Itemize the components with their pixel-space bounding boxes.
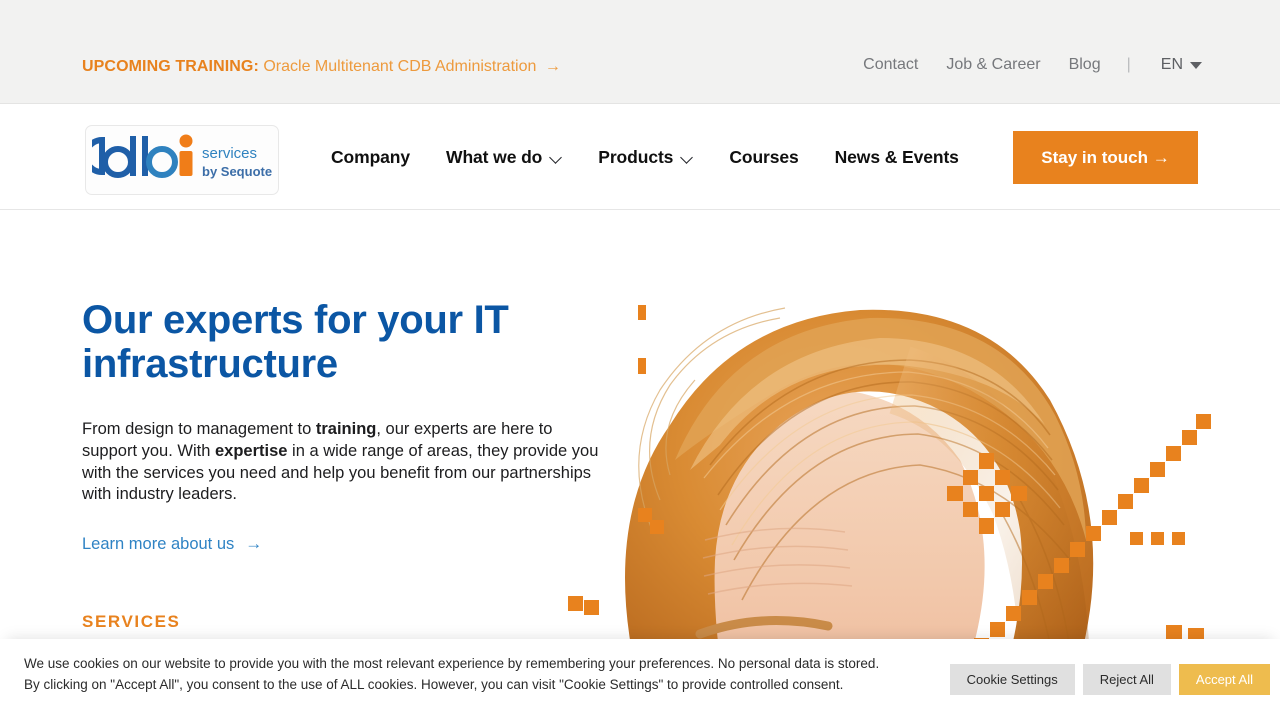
chevron-down-icon <box>551 152 562 163</box>
hero-paragraph-emphasis: expertise <box>214 441 288 460</box>
nav-item-label: Products <box>598 146 674 167</box>
decor-diagonal-square <box>1196 414 1211 429</box>
nav-item-what-we-do[interactable]: What we do <box>428 147 580 168</box>
nav-item-label: News & Events <box>834 146 959 167</box>
logo[interactable]: services by Sequotech <box>85 125 279 195</box>
accept-all-button[interactable]: Accept All <box>1178 664 1270 695</box>
cookie-banner-text: We use cookies on our website to provide… <box>24 656 880 692</box>
decor-square <box>1172 532 1185 545</box>
decor-diagonal-square <box>990 622 1005 637</box>
main-navigation: Company What we do Products Courses News… <box>331 104 977 210</box>
arrow-right-icon: → <box>544 58 561 75</box>
decor-diagonal-square <box>1182 430 1197 445</box>
decor-cross <box>995 502 1010 517</box>
decor-square <box>650 520 664 534</box>
stay-in-touch-button[interactable]: Stay in touch → <box>1013 131 1198 184</box>
decor-diagonal-square <box>1102 510 1117 525</box>
page-title: Our experts for your IT infrastructure <box>82 298 509 386</box>
nav-item-news-events[interactable]: News & Events <box>817 147 977 168</box>
hero-paragraph-emphasis: training <box>315 420 377 438</box>
decor-diagonal-square <box>1118 494 1133 509</box>
nav-item-label: Courses <box>729 146 799 167</box>
cookie-consent-banner: We use cookies on our website to provide… <box>0 639 1280 720</box>
decor-cross <box>963 502 978 517</box>
chevron-down-icon <box>682 152 693 163</box>
decor-cross <box>1011 486 1027 501</box>
decor-square <box>1151 532 1164 545</box>
decor-square <box>568 596 583 611</box>
promo-banner-link[interactable]: UPCOMING TRAINING: Oracle Multitenant CD… <box>82 56 561 78</box>
services-section-label: SERVICES <box>82 612 181 631</box>
chevron-down-icon <box>1190 61 1202 69</box>
svg-text:services: services <box>202 145 257 162</box>
arrow-right-icon: → <box>245 534 263 554</box>
cookie-settings-button[interactable]: Cookie Settings <box>949 664 1075 695</box>
decor-cross <box>995 470 1010 485</box>
decor-diagonal-square <box>1006 606 1021 621</box>
utility-nav: Contact Job & Career Blog | EN <box>849 56 1202 74</box>
decor-square <box>638 358 646 374</box>
nav-divider: | <box>1126 56 1131 73</box>
hero-paragraph: From design to management to training, o… <box>82 419 607 506</box>
util-link-contact[interactable]: Contact <box>849 56 932 74</box>
decor-cross <box>947 486 963 501</box>
decor-diagonal-square <box>1150 462 1165 477</box>
learn-more-label: Learn more about us <box>82 534 235 553</box>
nav-item-label: What we do <box>446 146 543 167</box>
decor-cross <box>979 518 994 534</box>
page-root: UPCOMING TRAINING: Oracle Multitenant CD… <box>0 0 1280 720</box>
decor-cross <box>963 470 978 485</box>
cookie-banner-actions: Cookie Settings Reject All Accept All <box>949 664 1270 695</box>
util-link-blog[interactable]: Blog <box>1055 56 1115 74</box>
util-link-job-career[interactable]: Job & Career <box>932 56 1054 74</box>
reject-all-button[interactable]: Reject All <box>1082 664 1171 695</box>
decor-diagonal-square <box>1038 574 1053 589</box>
decor-square <box>638 305 646 320</box>
nav-item-courses[interactable]: Courses <box>711 147 816 168</box>
decor-diagonal-square <box>1166 446 1181 461</box>
decor-diagonal-square <box>1134 478 1149 493</box>
decor-diagonal-square <box>1086 526 1101 541</box>
decor-diagonal-square <box>1054 558 1069 573</box>
decor-square <box>1130 532 1143 545</box>
hero-paragraph-text: From design to management to <box>82 420 316 438</box>
top-utility-bar: UPCOMING TRAINING: Oracle Multitenant CD… <box>0 0 1280 104</box>
promo-label: UPCOMING TRAINING: <box>82 58 259 75</box>
decor-square <box>584 600 599 615</box>
decor-cross <box>979 486 994 501</box>
svg-text:by Sequotech: by Sequotech <box>202 164 272 179</box>
learn-more-link[interactable]: Learn more about us → <box>82 534 262 554</box>
decor-cross <box>979 453 994 469</box>
nav-item-label: Company <box>331 146 411 167</box>
hero-text-block: Our experts for your IT infrastructure F… <box>82 298 622 554</box>
decor-diagonal-square <box>1070 542 1085 557</box>
promo-text: Oracle Multitenant CDB Administration <box>263 58 537 75</box>
nav-item-company[interactable]: Company <box>331 147 428 168</box>
language-selector[interactable]: EN <box>1143 56 1202 74</box>
nav-item-products[interactable]: Products <box>580 147 711 168</box>
logo-graphic: services by Sequotech <box>92 134 272 179</box>
language-label: EN <box>1160 56 1183 73</box>
decor-diagonal-square <box>1022 590 1037 605</box>
